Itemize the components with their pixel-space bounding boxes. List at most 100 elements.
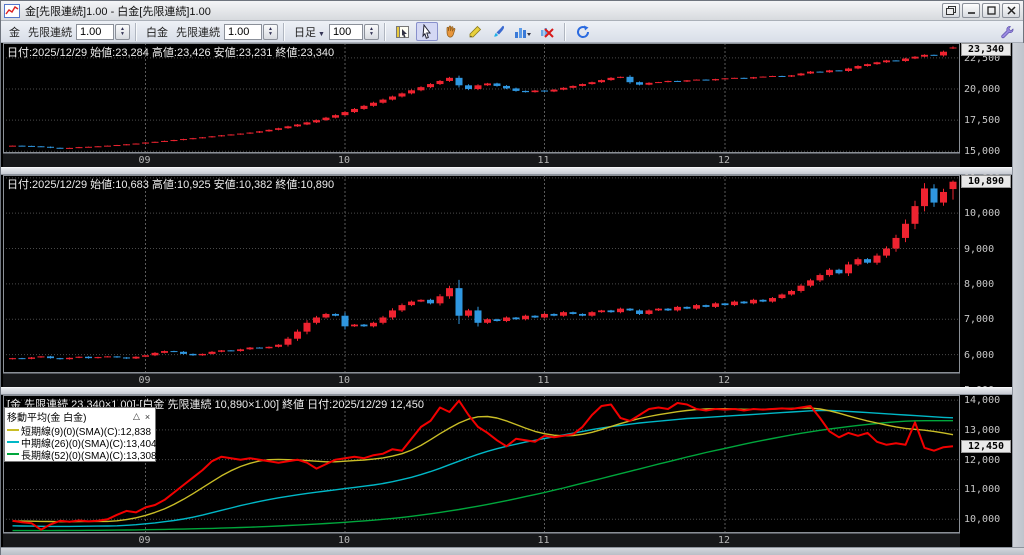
panel-splitter[interactable] — [1, 167, 1024, 175]
y-axis-label: 10,000 — [964, 514, 1001, 526]
candle-up — [294, 331, 301, 339]
candle-down — [427, 299, 434, 304]
candle-up — [256, 131, 263, 133]
candle-up — [332, 115, 339, 118]
close-button[interactable] — [1002, 3, 1020, 18]
candle-up — [940, 51, 947, 56]
platinum-multiplier-stepper[interactable]: ▲ ▼ — [263, 23, 278, 40]
legend-collapse-button[interactable]: △ — [131, 411, 142, 422]
candle-up — [560, 87, 567, 90]
candle-up — [199, 137, 206, 139]
select-tool-button[interactable] — [415, 22, 438, 41]
candle-up — [902, 58, 909, 62]
candle-down — [493, 83, 501, 86]
app-window: 金[先限連続]1.00 - 白金[先限連続]1.00 金 先限連続 ▲▼ 白金 … — [0, 0, 1024, 555]
candle-up — [788, 290, 795, 295]
candle-up — [864, 64, 871, 67]
candle-up — [617, 308, 624, 313]
candle-up — [484, 319, 491, 323]
candle-up — [218, 350, 225, 352]
candle-up — [275, 128, 282, 130]
gold-multiplier-input[interactable] — [76, 23, 114, 40]
pencil-draw-button[interactable] — [464, 22, 486, 41]
legend-close-button[interactable]: × — [142, 412, 153, 422]
gold-chart-panel[interactable]: 日付:2025/12/29 始値:23,284 高値:23,426 安値:23,… — [3, 43, 1012, 167]
panel-splitter[interactable] — [1, 387, 1024, 395]
candle-up — [807, 280, 814, 286]
y-axis-label: 7,000 — [964, 314, 995, 326]
plot-frame — [3, 175, 960, 373]
candle-up — [579, 84, 586, 86]
candle-up — [436, 80, 444, 85]
candle-up — [322, 117, 330, 121]
candle-up — [645, 82, 653, 85]
candle-up — [170, 140, 178, 142]
window-right-frame — [1012, 43, 1024, 547]
candle-up — [313, 120, 320, 123]
candle-down — [332, 313, 339, 316]
period-dropdown[interactable]: 日足 ▼ — [294, 24, 325, 40]
candle-down — [47, 356, 54, 359]
platinum-price-badge: 10,890 — [961, 175, 1011, 189]
candle-up — [797, 285, 805, 291]
candle-up — [322, 313, 330, 318]
x-axis-label: 11 — [537, 535, 550, 546]
y-axis-label: 12,000 — [964, 454, 1001, 466]
bar-count-stepper[interactable]: ▲ ▼ — [363, 23, 379, 40]
candle-up — [873, 255, 881, 263]
window-stack-button[interactable] — [942, 3, 960, 18]
candle-up — [712, 79, 719, 81]
candle-down — [541, 90, 548, 92]
candle-up — [370, 322, 377, 327]
refresh-button[interactable] — [572, 22, 594, 41]
toolbar-separator — [135, 22, 137, 41]
candle-down — [636, 82, 643, 85]
candle-down — [360, 324, 368, 327]
delete-drawing-button[interactable] — [536, 22, 558, 41]
candle-up — [693, 79, 700, 81]
wrench-settings-icon[interactable] — [996, 22, 1018, 41]
candle-up — [341, 112, 349, 116]
candle-down — [835, 70, 843, 72]
candle-down — [56, 147, 64, 149]
candle-up — [769, 298, 776, 302]
maximize-button[interactable] — [982, 3, 1000, 18]
platinum-chart-panel[interactable]: 日付:2025/12/29 始値:10,683 高値:10,925 安値:10,… — [3, 173, 1012, 396]
platinum-plot[interactable] — [3, 175, 960, 373]
candle-up — [940, 191, 947, 203]
gold-multiplier-stepper[interactable]: ▲ ▼ — [115, 23, 130, 40]
hand-pan-button[interactable] — [440, 22, 462, 41]
candle-down — [674, 80, 681, 82]
candle-up — [123, 144, 130, 146]
legend-color-swatch — [7, 453, 19, 455]
candle-down — [721, 303, 729, 306]
candle-down — [341, 315, 349, 327]
candle-down — [816, 71, 824, 73]
candle-down — [123, 357, 130, 359]
x-axis-label: 09 — [138, 375, 151, 386]
legend-color-swatch — [7, 441, 19, 443]
candle-down — [740, 301, 748, 304]
candle-down — [455, 288, 463, 316]
candle-up — [902, 223, 909, 238]
candle-up — [949, 181, 957, 190]
platinum-x-axis: 09 10 11 12 — [3, 373, 960, 387]
candle-down — [170, 351, 178, 353]
candle-up — [180, 139, 187, 141]
bar-count-input[interactable] — [328, 23, 363, 40]
candle-up — [227, 134, 235, 136]
title-bar: 金[先限連続]1.00 - 白金[先限連続]1.00 — [1, 1, 1023, 21]
x-axis-label: 09 — [138, 535, 151, 546]
candle-up — [284, 338, 292, 345]
candle-down — [702, 79, 710, 81]
candle-down — [512, 317, 520, 320]
chart-type-button[interactable] — [512, 22, 534, 41]
brush-draw-button[interactable] — [488, 22, 510, 41]
spread-x-axis: 09 10 11 12 — [3, 533, 960, 547]
candle-up — [161, 351, 168, 353]
platinum-multiplier-input[interactable] — [224, 23, 262, 40]
crosshair-tool-button[interactable] — [392, 22, 414, 41]
minimize-button[interactable] — [962, 3, 980, 18]
spread-chart-panel[interactable]: [金 先限連続 23,340×1.00]-[白金 先限連続 10,890×1.0… — [3, 395, 1012, 547]
y-axis-label: 8,000 — [964, 278, 995, 290]
